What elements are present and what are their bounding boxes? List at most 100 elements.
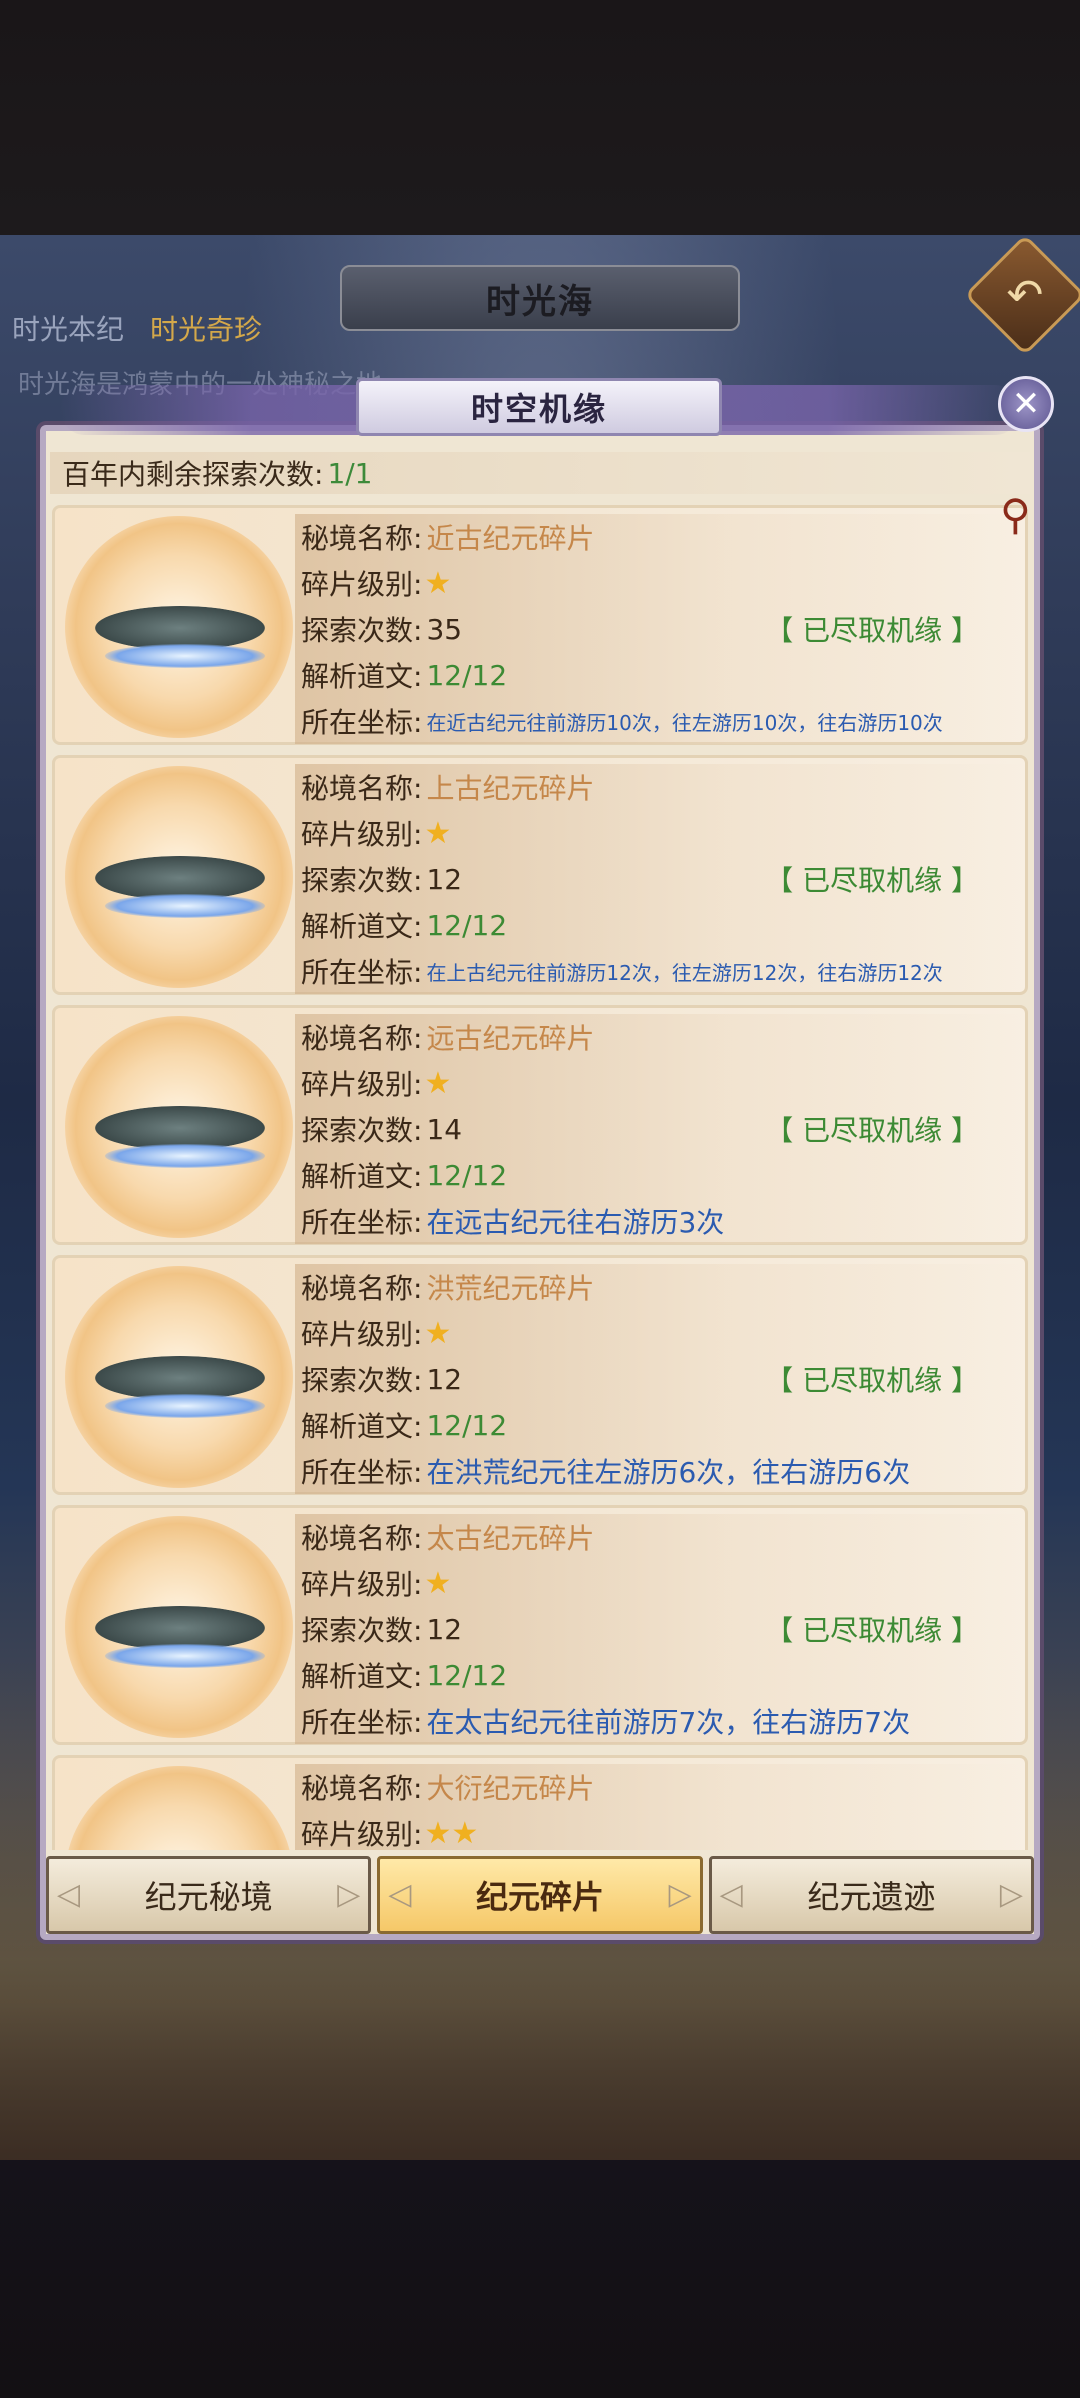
arrow-left-icon: ◁ (57, 1877, 81, 1912)
fragment-card[interactable]: 秘境名称: 大衍纪元碎片 碎片级别: ★★ 探索次数: 解析道文: 所在坐标: (52, 1755, 1028, 1850)
name-row: 秘境名称: 近古纪元碎片 (295, 514, 1023, 560)
star-icon: ★ (424, 815, 452, 851)
fragment-name: 近古纪元碎片 (426, 522, 595, 555)
fragment-list[interactable]: 秘境名称: 近古纪元碎片 碎片级别: ★ 探索次数: 35 【 已尽取机缘 】 … (52, 505, 1028, 1850)
fragment-image (65, 1266, 293, 1488)
arrow-left-icon: ◁ (388, 1877, 412, 1912)
explore-count: 12 (426, 1362, 463, 1396)
fragment-info: 秘境名称: 太古纪元碎片 碎片级别: ★ 探索次数: 12 【 已尽取机缘 】 … (295, 1514, 1023, 1744)
fragment-glow (105, 1144, 265, 1168)
fragment-image (65, 1516, 293, 1738)
explore-row: 探索次数: 12 【 已尽取机缘 】 (295, 856, 1023, 902)
fragment-info: 秘境名称: 大衍纪元碎片 碎片级别: ★★ 探索次数: 解析道文: 所在坐标: (295, 1764, 1023, 1850)
fragment-name: 洪荒纪元碎片 (426, 1272, 595, 1305)
name-row: 秘境名称: 洪荒纪元碎片 (295, 1264, 1023, 1310)
decode-value: 12/12 (426, 1658, 508, 1692)
fragment-image (65, 516, 293, 738)
tab-jiyuan-mijing[interactable]: ◁ 纪元秘境 ▷ (46, 1856, 372, 1934)
coord-label: 所在坐标: (301, 1206, 423, 1239)
coord-label: 所在坐标: (301, 956, 423, 989)
tab-shiguang-qizhen[interactable]: 时光奇珍 (150, 308, 262, 348)
modal-title-plate: 时空机缘 (356, 378, 722, 436)
coord-row: 所在坐标: 在远古纪元往右游历3次 (295, 1198, 1023, 1244)
explore-count: 35 (426, 612, 463, 646)
arrow-left-icon: ◁ (719, 1877, 743, 1912)
level-row: 碎片级别: ★ (295, 560, 1023, 606)
level-label: 碎片级别: (301, 1568, 423, 1601)
arrow-right-icon: ▷ (668, 1877, 692, 1912)
name-row: 秘境名称: 上古纪元碎片 (295, 764, 1023, 810)
level-label: 碎片级别: (301, 568, 423, 601)
fragment-glow (105, 894, 265, 918)
name-row: 秘境名称: 大衍纪元碎片 (295, 1764, 1023, 1810)
name-label: 秘境名称: (301, 1522, 423, 1555)
coord-label: 所在坐标: (301, 1456, 423, 1489)
tab-label: 纪元秘境 (144, 1878, 273, 1916)
tab-jiyuan-yiji[interactable]: ◁ 纪元遗迹 ▷ (708, 1856, 1034, 1934)
back-arrow-icon: ↶ (1006, 269, 1044, 321)
arrow-right-icon: ▷ (999, 1877, 1023, 1912)
fragment-name: 上古纪元碎片 (426, 772, 595, 805)
status-badge: 【 已尽取机缘 】 (765, 1614, 979, 1647)
star-icon: ★ (424, 565, 452, 601)
fragment-name: 大衍纪元碎片 (426, 1772, 595, 1805)
name-label: 秘境名称: (301, 1022, 423, 1055)
decode-value: 12/12 (426, 908, 508, 942)
decode-row: 解析道文: 12/12 (295, 902, 1023, 948)
fragment-info: 秘境名称: 远古纪元碎片 碎片级别: ★ 探索次数: 14 【 已尽取机缘 】 … (295, 1014, 1023, 1244)
background-tabs: 时光本纪 时光奇珍 (12, 308, 262, 348)
coord-value: 在近古纪元往前游历10次，往左游历10次，往右游历10次 (426, 710, 943, 735)
fragment-glow (105, 1644, 265, 1668)
fragment-card[interactable]: 秘境名称: 太古纪元碎片 碎片级别: ★ 探索次数: 12 【 已尽取机缘 】 … (52, 1505, 1028, 1745)
coord-row: 所在坐标: 在太古纪元往前游历7次，往右游历7次 (295, 1698, 1023, 1744)
scene-title: 时光海 (486, 281, 594, 322)
level-row: 碎片级别: ★ (295, 1560, 1023, 1606)
remaining-label: 百年内剩余探索次数: (62, 458, 324, 491)
level-label: 碎片级别: (301, 1818, 423, 1850)
screen: 时光海 ↶ 时光本纪 时光奇珍 时光海是鸿蒙中的一处神秘之地，………… 时空机缘… (0, 0, 1080, 2398)
fragment-name: 太古纪元碎片 (426, 1522, 595, 1555)
fragment-card[interactable]: 秘境名称: 近古纪元碎片 碎片级别: ★ 探索次数: 35 【 已尽取机缘 】 … (52, 505, 1028, 745)
tab-jiyuan-suipian[interactable]: ◁ 纪元碎片 ▷ (377, 1856, 703, 1934)
fragment-info: 秘境名称: 上古纪元碎片 碎片级别: ★ 探索次数: 12 【 已尽取机缘 】 … (295, 764, 1023, 994)
explore-row: 探索次数: 12 【 已尽取机缘 】 (295, 1606, 1023, 1652)
explore-row: 探索次数: 14 【 已尽取机缘 】 (295, 1106, 1023, 1152)
modal-close-button[interactable]: ✕ (998, 376, 1054, 432)
arrow-right-icon: ▷ (337, 1877, 361, 1912)
tab-label: 纪元遗迹 (807, 1878, 936, 1916)
coord-row: 所在坐标: 在近古纪元往前游历10次，往左游历10次，往右游历10次 (295, 698, 1023, 744)
explore-label: 探索次数: (301, 864, 423, 897)
decode-value: 12/12 (426, 1158, 508, 1192)
fragment-card[interactable]: 秘境名称: 上古纪元碎片 碎片级别: ★ 探索次数: 12 【 已尽取机缘 】 … (52, 755, 1028, 995)
name-row: 秘境名称: 远古纪元碎片 (295, 1014, 1023, 1060)
fragment-info: 秘境名称: 近古纪元碎片 碎片级别: ★ 探索次数: 35 【 已尽取机缘 】 … (295, 514, 1023, 744)
tab-shiguang-benji[interactable]: 时光本纪 (12, 308, 124, 348)
fragment-card[interactable]: 秘境名称: 洪荒纪元碎片 碎片级别: ★ 探索次数: 12 【 已尽取机缘 】 … (52, 1255, 1028, 1495)
decode-row: 解析道文: 12/12 (295, 652, 1023, 698)
explore-count: 14 (426, 1112, 463, 1146)
decode-value: 12/12 (426, 658, 508, 692)
level-row: 碎片级别: ★ (295, 1310, 1023, 1356)
status-badge: 【 已尽取机缘 】 (765, 1364, 979, 1397)
decode-value: 12/12 (426, 1408, 508, 1442)
level-label: 碎片级别: (301, 818, 423, 851)
coord-value: 在远古纪元往右游历3次 (426, 1206, 725, 1239)
status-badge: 【 已尽取机缘 】 (765, 1114, 979, 1147)
level-row: 碎片级别: ★ (295, 1060, 1023, 1106)
fragment-card[interactable]: 秘境名称: 远古纪元碎片 碎片级别: ★ 探索次数: 14 【 已尽取机缘 】 … (52, 1005, 1028, 1245)
name-label: 秘境名称: (301, 1272, 423, 1305)
pin-icon: ⚲ (1000, 490, 1031, 539)
status-badge: 【 已尽取机缘 】 (765, 614, 979, 647)
coord-label: 所在坐标: (301, 706, 423, 739)
star-icon: ★ (424, 1065, 452, 1101)
status-badge: 【 已尽取机缘 】 (765, 864, 979, 897)
decode-label: 解析道文: (301, 1160, 423, 1193)
fragment-info: 秘境名称: 洪荒纪元碎片 碎片级别: ★ 探索次数: 12 【 已尽取机缘 】 … (295, 1264, 1023, 1494)
star-icon: ★★ (424, 1815, 479, 1851)
fragment-name: 远古纪元碎片 (426, 1022, 595, 1055)
coord-row: 所在坐标: 在上古纪元往前游历12次，往左游历12次，往右游历12次 (295, 948, 1023, 994)
explore-label: 探索次数: (301, 1364, 423, 1397)
decode-row: 解析道文: 12/12 (295, 1152, 1023, 1198)
decode-label: 解析道文: (301, 660, 423, 693)
coord-label: 所在坐标: (301, 1706, 423, 1739)
